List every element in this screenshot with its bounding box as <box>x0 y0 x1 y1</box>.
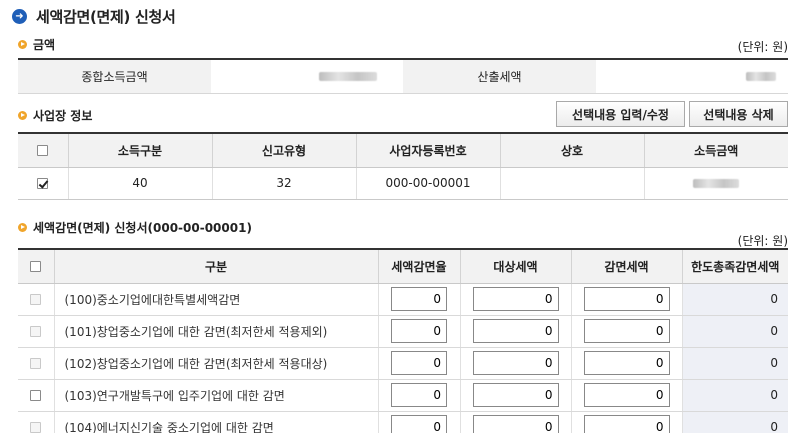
delete-selected-button[interactable]: 선택내용 삭제 <box>689 101 788 127</box>
col-income-amount: 소득금액 <box>644 133 788 168</box>
col-income-type: 소득구분 <box>68 133 213 168</box>
bullet-icon <box>18 223 27 232</box>
col-reduction-tax: 감면세액 <box>571 249 683 284</box>
calculated-tax-label: 산출세액 <box>403 59 596 93</box>
row-checkbox[interactable] <box>37 178 49 189</box>
col-rate: 세액감면율 <box>378 249 461 284</box>
amount-table: 종합소득금액 산출세액 <box>18 58 788 94</box>
business-section-title: 사업장 정보 <box>18 107 92 124</box>
reduction-tax-input[interactable] <box>583 351 670 375</box>
row-checkbox[interactable] <box>30 422 42 433</box>
select-all-cell <box>18 133 69 168</box>
limit-tax-cell: 0 <box>682 347 788 380</box>
income-amount-cell <box>644 167 788 200</box>
report-type-cell: 32 <box>212 167 357 200</box>
page-title-text: 세액감면(면제) 신청서 <box>36 7 176 26</box>
total-income-label: 종합소득금액 <box>18 59 211 93</box>
reduction-section-title: 세액감면(면제) 신청서(000-00-00001) <box>18 219 252 236</box>
table-row[interactable]: 40 32 000-00-00001 <box>18 167 788 200</box>
limit-tax-cell: 0 <box>682 315 788 348</box>
col-name: 상호 <box>500 133 645 168</box>
bullet-icon <box>18 111 27 120</box>
income-type-cell: 40 <box>68 167 213 200</box>
business-table: 소득구분 신고유형 사업자등록번호 상호 소득금액 40 32 000-00-0… <box>18 132 788 200</box>
calculated-tax-value <box>596 59 788 93</box>
rate-input[interactable] <box>391 383 447 407</box>
page-title: ➜ 세액감면(면제) 신청서 <box>12 5 176 27</box>
category-name: (104)에너지신기술 중소기업에 대한 감면 <box>54 411 379 433</box>
col-biz-no: 사업자등록번호 <box>356 133 501 168</box>
target-tax-input[interactable] <box>472 319 559 343</box>
reduction-unit: (단위: 원) <box>737 234 788 248</box>
limit-tax-cell: 0 <box>682 379 788 412</box>
col-category: 구분 <box>54 249 379 284</box>
business-table-header: 소득구분 신고유형 사업자등록번호 상호 소득금액 <box>18 133 788 168</box>
reduction-tax-input[interactable] <box>583 383 670 407</box>
row-checkbox[interactable] <box>30 294 42 305</box>
table-row[interactable]: (101)창업중소기업에 대한 감면(최저한세 적용제외) 0 <box>18 315 788 348</box>
rate-input[interactable] <box>391 415 447 433</box>
col-report-type: 신고유형 <box>212 133 357 168</box>
input-selected-button[interactable]: 선택내용 입력/수정 <box>556 101 685 127</box>
category-name: (100)중소기업에대한특별세액감면 <box>54 283 379 316</box>
amount-section-title: 금액 <box>18 36 55 53</box>
row-checkbox[interactable] <box>30 358 42 369</box>
rate-input[interactable] <box>391 319 447 343</box>
col-target-tax: 대상세액 <box>460 249 572 284</box>
rate-input[interactable] <box>391 351 447 375</box>
row-checkbox[interactable] <box>30 390 42 401</box>
rate-input[interactable] <box>391 287 447 311</box>
reduction-tax-input[interactable] <box>583 415 670 433</box>
table-row[interactable]: (103)연구개발특구에 입주기업에 대한 감면 0 <box>18 379 788 412</box>
target-tax-input[interactable] <box>472 351 559 375</box>
table-row[interactable]: (102)창업중소기업에 대한 감면(최저한세 적용대상) 0 <box>18 347 788 380</box>
total-income-value <box>211 59 403 93</box>
category-name: (103)연구개발특구에 입주기업에 대한 감면 <box>54 379 379 412</box>
col-limit-tax: 한도총족감면세액 <box>682 249 788 284</box>
limit-tax-cell: 0 <box>682 411 788 433</box>
company-name-cell <box>500 167 645 200</box>
row-checkbox[interactable] <box>30 326 42 337</box>
target-tax-input[interactable] <box>472 383 559 407</box>
reduction-tax-input[interactable] <box>583 319 670 343</box>
amount-unit: (단위: 원) <box>737 40 788 54</box>
reduction-tax-input[interactable] <box>583 287 670 311</box>
target-tax-input[interactable] <box>472 287 559 311</box>
biz-no-cell: 000-00-00001 <box>356 167 501 200</box>
select-all-checkbox[interactable] <box>30 261 42 273</box>
reduction-table-header: 구분 세액감면율 대상세액 감면세액 한도총족감면세액 <box>18 249 788 284</box>
category-name: (102)창업중소기업에 대한 감면(최저한세 적용대상) <box>54 347 379 380</box>
select-all-checkbox[interactable] <box>37 145 49 157</box>
limit-tax-cell: 0 <box>682 283 788 316</box>
reduction-table: 구분 세액감면율 대상세액 감면세액 한도총족감면세액 (100)중소기업에대한… <box>18 248 788 433</box>
bullet-icon <box>18 40 27 49</box>
category-name: (101)창업중소기업에 대한 감면(최저한세 적용제외) <box>54 315 379 348</box>
target-tax-input[interactable] <box>472 415 559 433</box>
table-row[interactable]: (100)중소기업에대한특별세액감면 0 <box>18 283 788 316</box>
table-row[interactable]: (104)에너지신기술 중소기업에 대한 감면 0 <box>18 411 788 433</box>
arrow-right-circle-icon: ➜ <box>12 8 27 24</box>
